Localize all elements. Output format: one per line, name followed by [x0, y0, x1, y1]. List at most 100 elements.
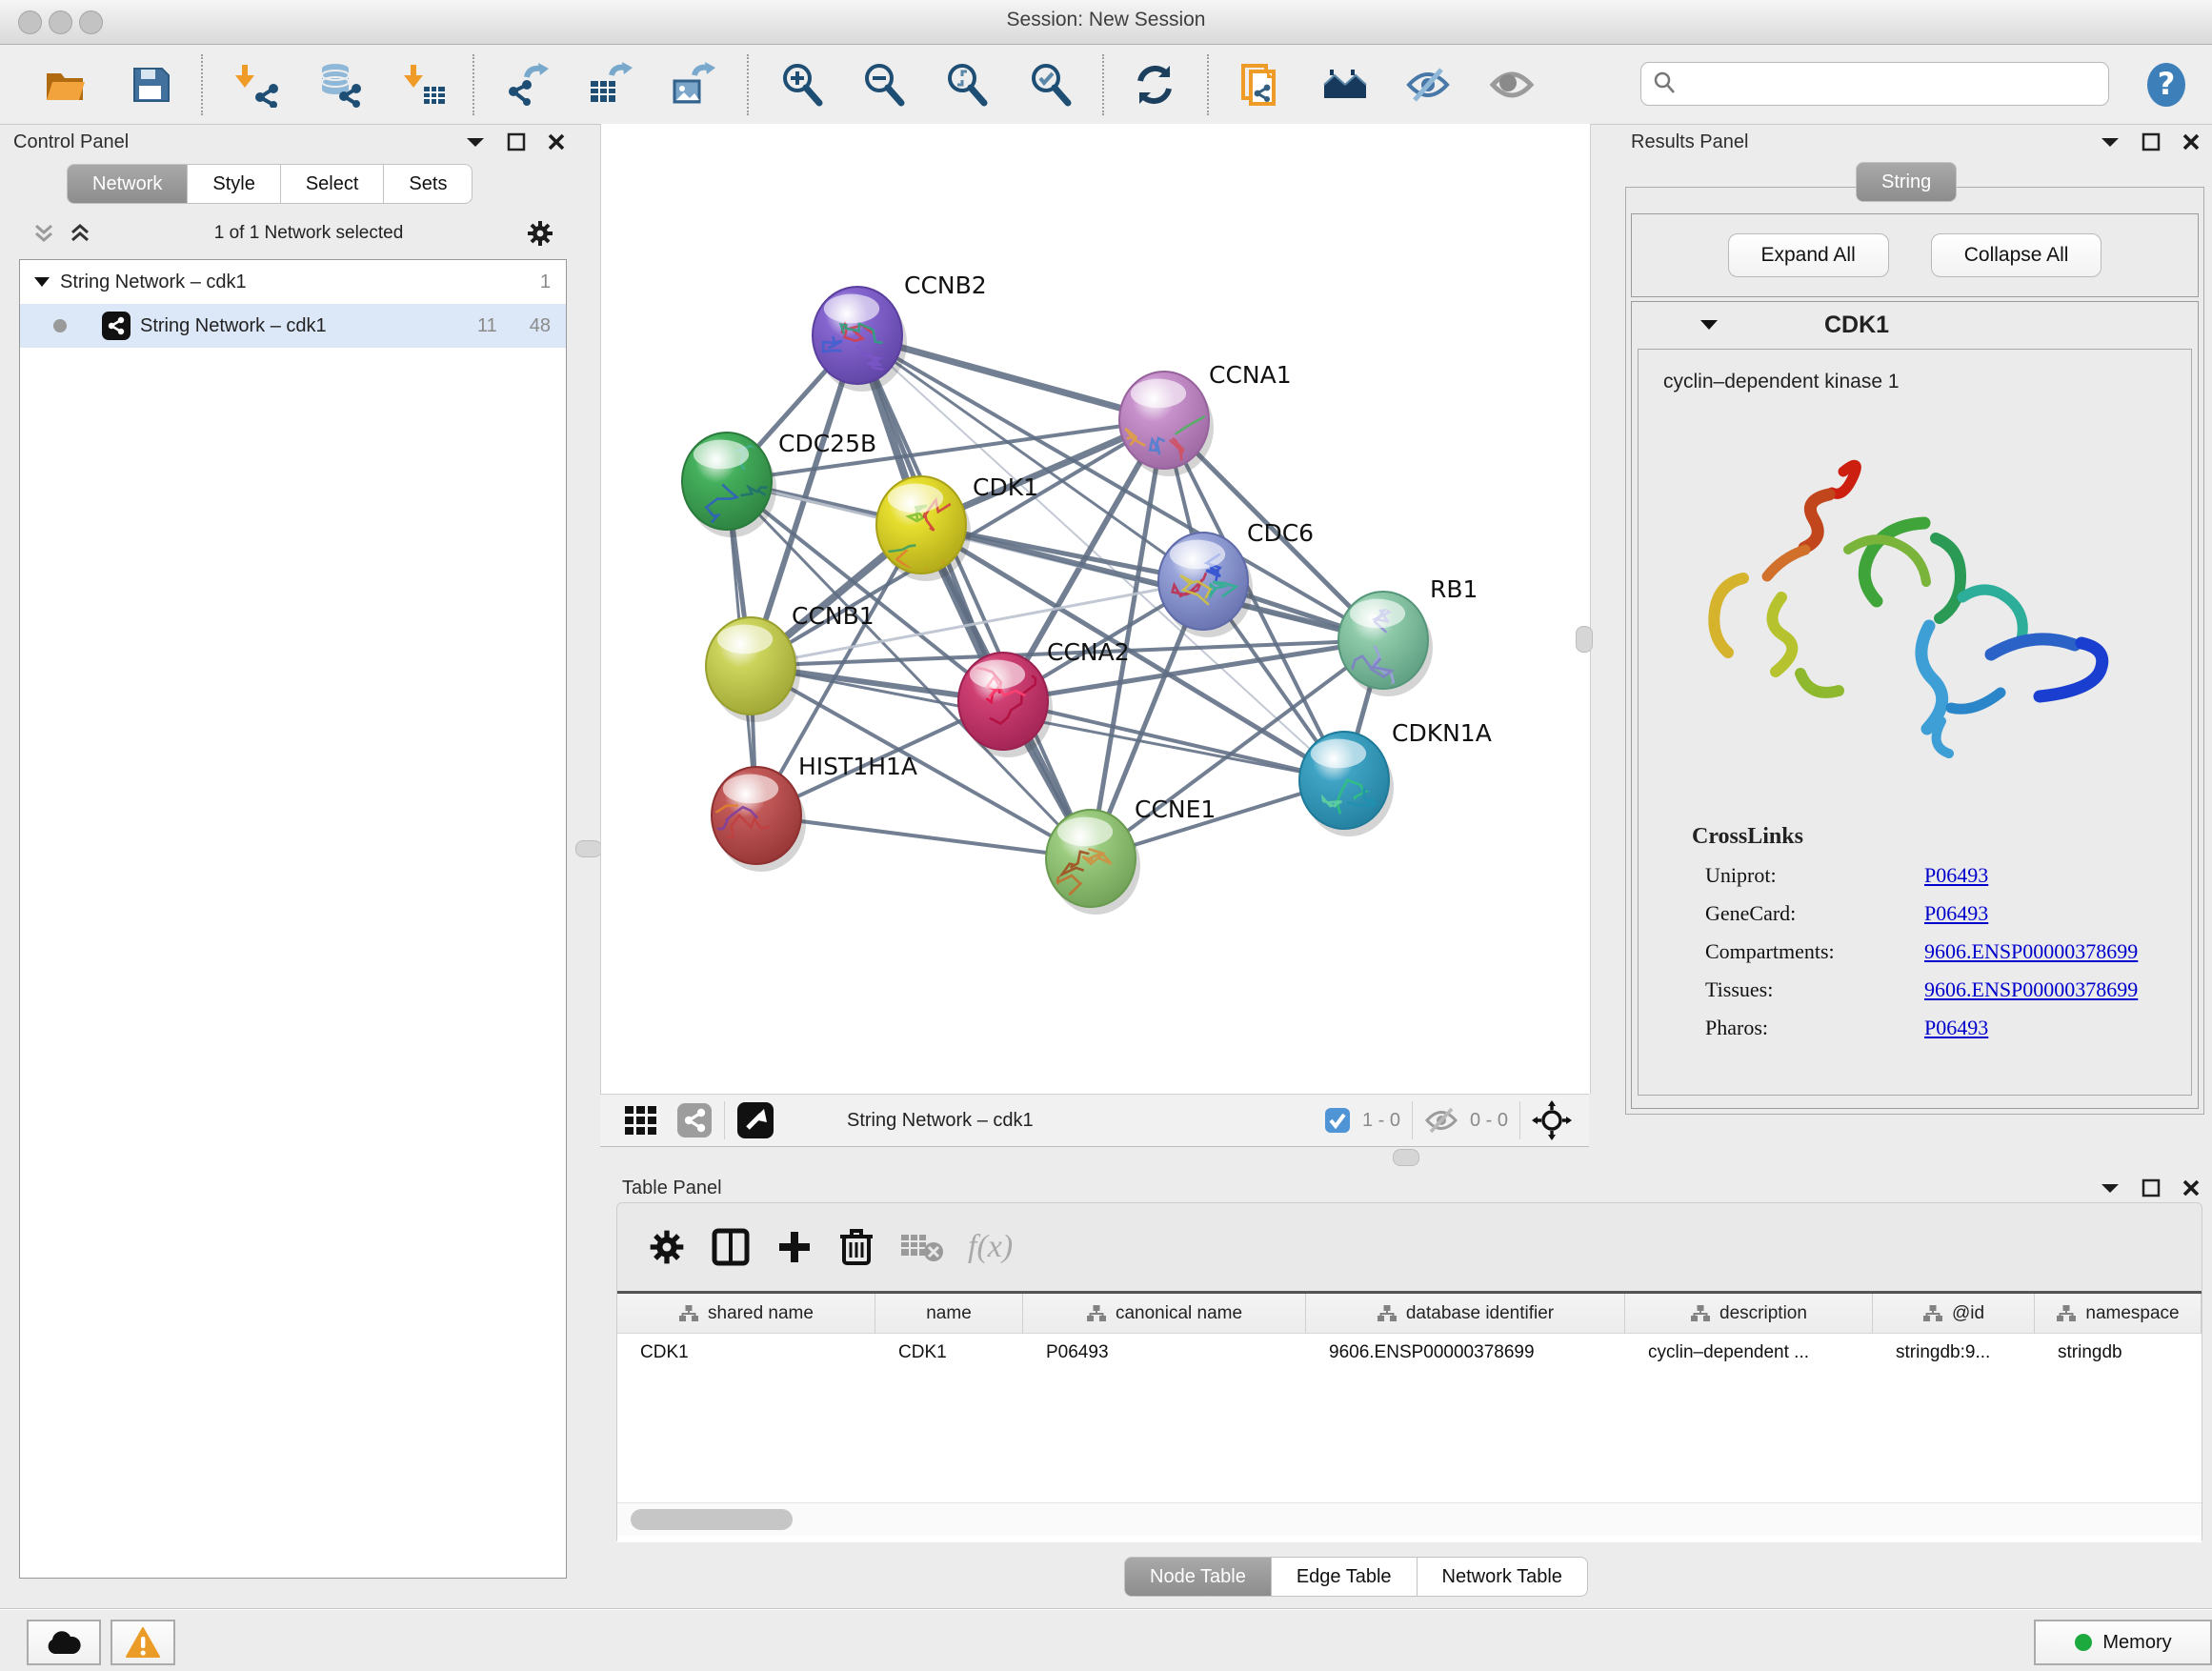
zoom-selected-button[interactable] — [1026, 60, 1076, 110]
crosslinks-list: Uniprot:P06493GeneCard:P06493Compartment… — [1639, 863, 2191, 1040]
show-columns-icon[interactable] — [711, 1227, 751, 1267]
memory-button[interactable]: Memory — [2034, 1620, 2212, 1665]
table-cell[interactable]: P06493 — [1023, 1334, 1306, 1374]
column-header-label: canonical name — [1116, 1303, 1242, 1324]
tab-network-table[interactable]: Network Table — [1418, 1557, 1588, 1597]
crosslink-label: Tissues: — [1705, 977, 1924, 1002]
node-RB1[interactable]: RB1 — [1338, 575, 1478, 696]
table-cell[interactable]: cyclin–dependent ... — [1625, 1334, 1873, 1374]
save-session-button[interactable] — [126, 60, 175, 110]
open-file-button[interactable] — [40, 60, 90, 110]
panel-menu-caret-icon[interactable] — [2100, 135, 2121, 149]
tab-style[interactable]: Style — [188, 164, 280, 204]
import-network-file-button[interactable] — [232, 60, 282, 110]
cloud-button[interactable] — [27, 1620, 101, 1665]
refresh-button[interactable] — [1130, 60, 1179, 110]
close-panel-icon[interactable] — [2182, 1178, 2201, 1198]
column-header-database-identifier[interactable]: database identifier — [1306, 1294, 1625, 1333]
column-header-namespace[interactable]: namespace — [2035, 1294, 2202, 1333]
import-table-file-button[interactable] — [401, 60, 451, 110]
close-panel-icon[interactable] — [2182, 132, 2201, 151]
tab-node-table[interactable]: Node Table — [1124, 1557, 1272, 1597]
network-row-selected[interactable]: String Network – cdk1 11 48 — [20, 304, 566, 348]
tab-string[interactable]: String — [1856, 162, 1957, 202]
edge-CCNA2-CDKN1A[interactable] — [1003, 701, 1344, 780]
node-table[interactable]: shared namename canonical name database id… — [617, 1291, 2202, 1542]
tab-sets[interactable]: Sets — [384, 164, 473, 204]
bottom-splitter-handle[interactable] — [1393, 1149, 1419, 1166]
string-home-button[interactable] — [1320, 60, 1370, 110]
export-image-button[interactable] — [668, 60, 717, 110]
edge-CDK1-RB1[interactable] — [921, 525, 1383, 640]
cdk1-section-header[interactable]: CDK1 — [1632, 302, 2198, 348]
horizontal-scrollbar[interactable] — [617, 1502, 2202, 1536]
grid-view-icon[interactable] — [623, 1102, 659, 1138]
show-hidden-button[interactable] — [1487, 60, 1537, 110]
node-CDKN1A[interactable]: CDKN1A — [1299, 719, 1492, 836]
network-options-gear-icon[interactable] — [526, 219, 554, 248]
table-cell[interactable]: stringdb — [2035, 1334, 2202, 1374]
network-collection-row[interactable]: String Network – cdk1 1 — [20, 260, 566, 304]
warnings-button[interactable] — [111, 1620, 175, 1665]
node-CDK1[interactable]: CDK1 — [861, 473, 1038, 581]
table-settings-gear-icon[interactable] — [648, 1228, 686, 1266]
panel-menu-caret-icon[interactable] — [2100, 1181, 2121, 1195]
crosslink-link[interactable]: 9606.ENSP00000378699 — [1924, 977, 2138, 1001]
float-panel-icon[interactable] — [507, 132, 526, 151]
table-cell[interactable]: stringdb:9... — [1873, 1334, 2035, 1374]
export-table-button[interactable] — [585, 60, 634, 110]
column-header-name[interactable]: name — [875, 1294, 1023, 1333]
table-row[interactable]: CDK1CDK1P064939606.ENSP00000378699cyclin… — [617, 1334, 2202, 1374]
tab-network[interactable]: Network — [67, 164, 188, 204]
zoom-out-button[interactable] — [859, 60, 909, 110]
section-disclosure-icon[interactable] — [1699, 318, 1719, 332]
hide-panels-button[interactable] — [1403, 60, 1453, 110]
crosslink-link[interactable]: P06493 — [1924, 901, 1988, 925]
table-cell[interactable]: CDK1 — [875, 1334, 1023, 1374]
network-view-mode-icon[interactable] — [676, 1102, 713, 1138]
string-network-graph[interactable]: CCNB2CCNA1CDC25BCDK1CDC6RB1CCNB1CCNA2CDK… — [601, 124, 1590, 1094]
delete-column-icon[interactable] — [838, 1227, 875, 1267]
clone-network-button[interactable] — [1236, 60, 1285, 110]
column-header-description[interactable]: description — [1625, 1294, 1873, 1333]
help-button[interactable]: ? — [2142, 60, 2191, 110]
navigator-toggle-icon[interactable] — [736, 1101, 774, 1139]
zoom-in-button[interactable] — [777, 60, 827, 110]
panel-menu-caret-icon[interactable] — [465, 135, 486, 149]
network-canvas[interactable]: CCNB2CCNA1CDC25BCDK1CDC6RB1CCNB1CCNA2CDK… — [600, 124, 1591, 1094]
crosslink-link[interactable]: P06493 — [1924, 1016, 1988, 1039]
column-header-@id[interactable]: @id — [1873, 1294, 2035, 1333]
scrollbar-thumb[interactable] — [631, 1509, 793, 1530]
collapse-all-icon[interactable] — [32, 222, 55, 245]
column-header-label: database identifier — [1406, 1303, 1554, 1324]
node-CCNE1[interactable]: CCNE1 — [1046, 795, 1216, 915]
collapse-all-button[interactable]: Collapse All — [1931, 233, 2102, 277]
search-field[interactable] — [1640, 62, 2109, 106]
add-column-icon[interactable] — [775, 1228, 814, 1266]
database-icon — [316, 62, 362, 108]
crosslink-link[interactable]: P06493 — [1924, 863, 1988, 887]
export-network-button[interactable] — [502, 60, 552, 110]
disclosure-triangle-icon[interactable] — [33, 276, 50, 288]
crosslink-link[interactable]: 9606.ENSP00000378699 — [1924, 939, 2138, 963]
tab-edge-table[interactable]: Edge Table — [1272, 1557, 1418, 1597]
left-splitter-handle[interactable] — [575, 840, 602, 857]
zoom-fit-button[interactable] — [942, 60, 992, 110]
fit-content-crosshair-icon[interactable] — [1532, 1100, 1572, 1140]
import-network-database-button[interactable] — [314, 60, 364, 110]
tab-select[interactable]: Select — [281, 164, 385, 204]
column-header-canonical-name[interactable]: canonical name — [1023, 1294, 1306, 1333]
column-header-shared-name[interactable]: shared name — [617, 1294, 875, 1333]
table-cell[interactable]: CDK1 — [617, 1334, 875, 1374]
table-cell[interactable]: 9606.ENSP00000378699 — [1306, 1334, 1625, 1374]
edge-HIST1H1A-CCNE1[interactable] — [756, 815, 1091, 858]
close-panel-icon[interactable] — [547, 132, 566, 151]
float-panel-icon[interactable] — [2142, 1178, 2161, 1198]
search-input[interactable] — [1679, 72, 2093, 95]
node-HIST1H1A[interactable]: HIST1H1A — [697, 753, 917, 872]
expand-all-icon[interactable] — [69, 222, 91, 245]
float-panel-icon[interactable] — [2142, 132, 2161, 151]
expand-all-button[interactable]: Expand All — [1728, 233, 1889, 277]
right-splitter-handle[interactable] — [1576, 626, 1593, 653]
node-CCNA2[interactable]: CCNA2 — [958, 638, 1130, 757]
